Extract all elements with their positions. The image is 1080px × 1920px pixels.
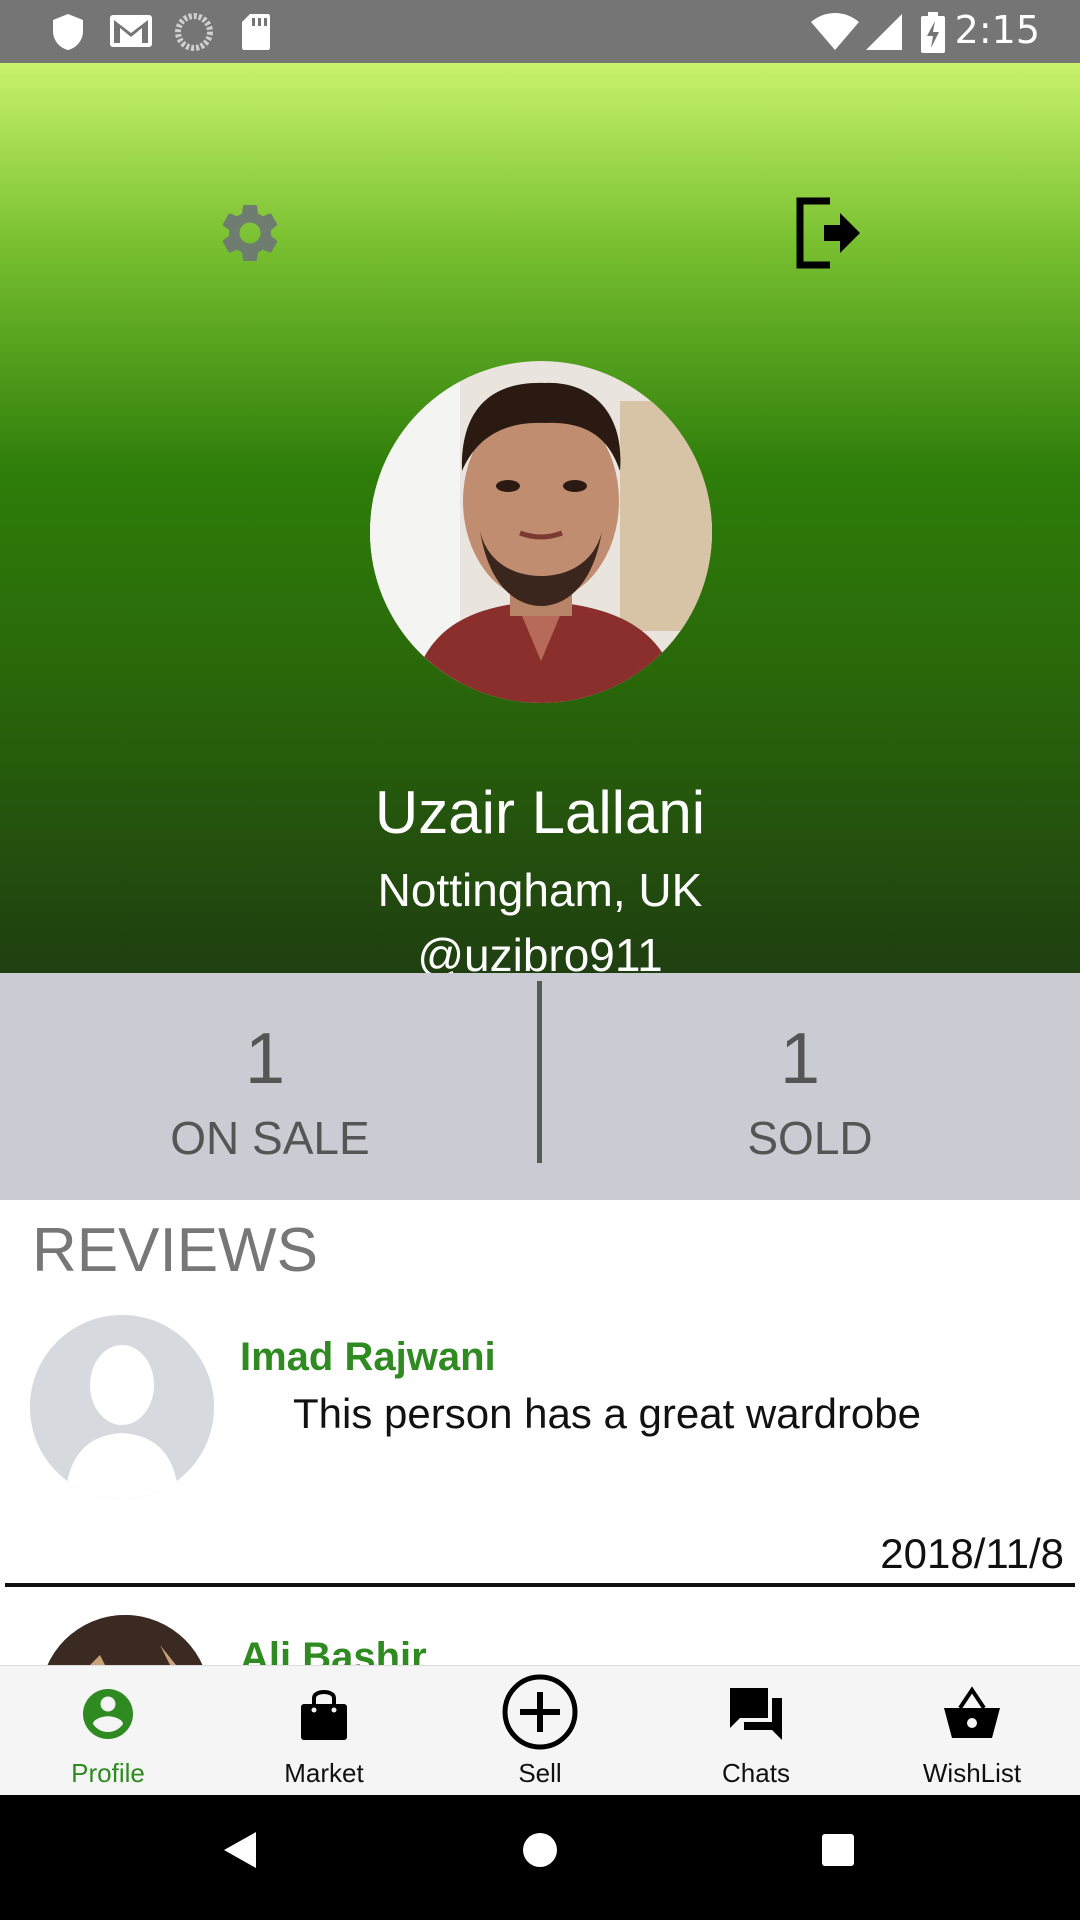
chat-icon <box>730 1688 782 1740</box>
account-circle-icon <box>83 1689 133 1739</box>
logout-icon[interactable] <box>790 195 865 270</box>
system-nav-bar <box>0 1795 1080 1920</box>
add-circle-icon <box>502 1674 578 1750</box>
review-divider <box>5 1583 1075 1587</box>
shield-icon <box>50 12 86 57</box>
nav-label: Market <box>284 1758 364 1788</box>
wifi-icon <box>810 12 860 57</box>
recents-icon[interactable] <box>820 1830 856 1875</box>
status-bar: 2:15 <box>0 0 1080 63</box>
nav-profile[interactable]: Profile <box>0 1666 216 1796</box>
battery-charging-icon <box>920 12 946 59</box>
on-sale-stat[interactable]: 1 ON SALE <box>0 973 540 1200</box>
review-date: 2018/11/8 <box>880 1530 1064 1577</box>
status-time: 2:15 <box>954 8 1040 52</box>
sd-card-icon <box>240 12 272 57</box>
sold-count: 1 <box>779 1019 821 1099</box>
nav-chats[interactable]: Chats <box>648 1666 864 1796</box>
gmail-icon <box>108 12 154 55</box>
signal-icon <box>864 12 904 57</box>
bottom-nav: Profile Market Sell Chats WishList <box>0 1665 1080 1796</box>
gear-icon[interactable] <box>215 198 285 268</box>
nav-wishlist[interactable]: WishList <box>864 1666 1080 1796</box>
profile-avatar <box>370 361 712 703</box>
on-sale-count: 1 <box>244 1019 286 1099</box>
nav-label: WishList <box>922 1758 1022 1788</box>
reviewer-avatar <box>30 1315 214 1499</box>
back-icon[interactable] <box>222 1830 258 1875</box>
stats-bar: 1 ON SALE 1 SOLD <box>0 973 1080 1200</box>
sold-label: SOLD <box>747 1112 873 1164</box>
nav-market[interactable]: Market <box>216 1666 432 1796</box>
sync-icon <box>174 12 214 57</box>
nav-sell[interactable]: Sell <box>432 1666 648 1796</box>
home-icon[interactable] <box>521 1830 559 1875</box>
sold-stat[interactable]: 1 SOLD <box>540 973 1080 1200</box>
profile-header: Uzair Lallani Nottingham, UK @uzibro911 <box>0 63 1080 981</box>
shopping-bag-icon <box>301 1690 347 1740</box>
profile-name: Uzair Lallani <box>374 779 706 846</box>
reviews-title: REVIEWS <box>32 1216 318 1285</box>
nav-label: Chats <box>722 1758 790 1788</box>
nav-label: Sell <box>518 1758 562 1788</box>
on-sale-label: ON SALE <box>170 1112 370 1164</box>
review-text: This person has a great wardrobe <box>293 1390 922 1437</box>
profile-location: Nottingham, UK <box>377 864 703 916</box>
nav-label: Profile <box>71 1758 145 1788</box>
reviewer-name[interactable]: Imad Rajwani <box>240 1335 496 1380</box>
basket-icon <box>944 1686 1000 1738</box>
